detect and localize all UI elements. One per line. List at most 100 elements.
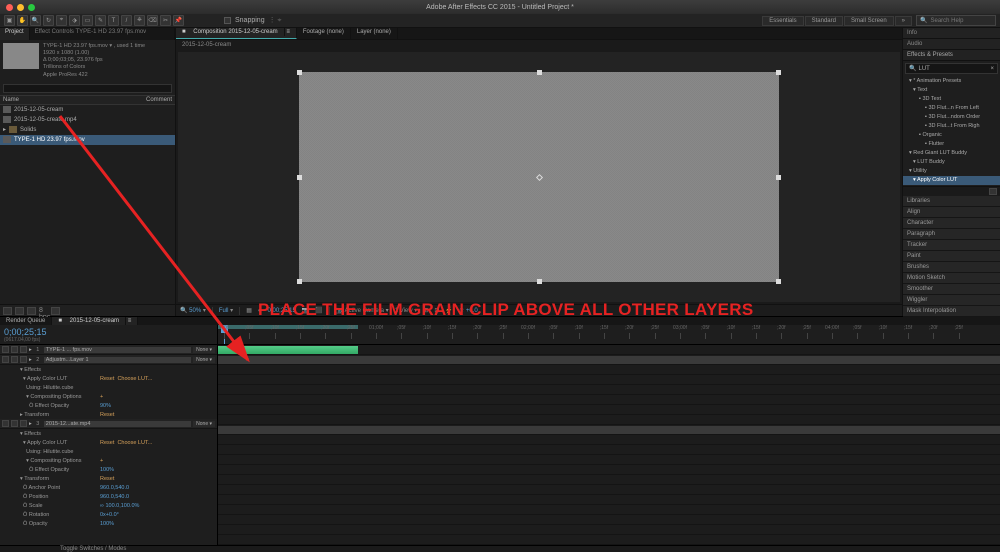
- timecode-display[interactable]: 0;00;25;15: [268, 308, 296, 314]
- new-comp-icon[interactable]: [27, 307, 36, 315]
- layer-name[interactable]: 2015-12...ate.mp4: [44, 421, 191, 427]
- solo-toggle[interactable]: [11, 356, 18, 363]
- fast-preview-icon[interactable]: ⚡: [445, 307, 452, 314]
- puppet-tool-icon[interactable]: 📌: [173, 15, 184, 26]
- view-opts-icon[interactable]: ⊞: [423, 307, 428, 314]
- effects-tree-node[interactable]: ▪ 3D Text: [903, 95, 1000, 104]
- effects-tree-node[interactable]: ▾ * Animation Presets: [903, 77, 1000, 86]
- bpc-indicator[interactable]: 8 bpc: [39, 307, 48, 315]
- zoom-dropdown[interactable]: 🔍 50% ▾: [180, 307, 206, 314]
- project-search-input[interactable]: [3, 84, 172, 93]
- brush-tool-icon[interactable]: /: [121, 15, 132, 26]
- views-dropdown[interactable]: 1 View ▾: [395, 307, 418, 314]
- property-value[interactable]: ∞ 100.0,100.0%: [100, 503, 139, 509]
- tab-render-queue[interactable]: Render Queue: [0, 317, 52, 325]
- camera-tool-icon[interactable]: ⌖: [56, 15, 67, 26]
- col-comment[interactable]: Comment: [146, 97, 172, 103]
- property-value[interactable]: +: [100, 394, 103, 400]
- panel-motion-sketch[interactable]: Motion Sketch: [903, 273, 1000, 284]
- project-item-comp[interactable]: 2015-12-05-cream: [0, 105, 175, 115]
- effects-tree-node[interactable]: ▾ LUT Buddy: [903, 158, 1000, 167]
- lock-toggle[interactable]: [20, 356, 27, 363]
- transform-handle[interactable]: [776, 279, 781, 284]
- effects-tree-node[interactable]: ▪ 3D Flut...t From Righ: [903, 122, 1000, 131]
- effects-tree-node[interactable]: ▪ Organic: [903, 131, 1000, 140]
- tab-layer[interactable]: Layer (none): [351, 28, 398, 39]
- blend-mode[interactable]: None ▾: [193, 347, 215, 353]
- resolution-dropdown[interactable]: Full ▾: [219, 307, 233, 314]
- new-folder-icon[interactable]: [15, 307, 24, 315]
- panel-wiggler[interactable]: Wiggler: [903, 295, 1000, 306]
- anchor-point-icon[interactable]: [536, 174, 543, 181]
- property-value[interactable]: 960.0,540.0: [100, 485, 129, 491]
- effects-tree-node[interactable]: ▾ Utility: [903, 167, 1000, 176]
- layer-bar[interactable]: [218, 356, 1000, 364]
- channel-icon[interactable]: ⬛: [315, 307, 322, 314]
- panel-tracker[interactable]: Tracker: [903, 240, 1000, 251]
- visibility-toggle[interactable]: [2, 346, 9, 353]
- property-value[interactable]: 90%: [100, 403, 111, 409]
- snapping-checkbox[interactable]: [224, 17, 231, 24]
- eraser-tool-icon[interactable]: ⌫: [147, 15, 158, 26]
- mask-toggle-icon[interactable]: ◐: [258, 308, 262, 314]
- pen-tool-icon[interactable]: ✎: [95, 15, 106, 26]
- project-item-selected[interactable]: TYPE-1 HD 23.97 fps.mov: [0, 135, 175, 145]
- tab-project[interactable]: Project: [0, 28, 30, 40]
- transform-handle[interactable]: [297, 175, 302, 180]
- work-area-bar[interactable]: [218, 325, 358, 329]
- blend-mode[interactable]: None ▾: [193, 357, 215, 363]
- panel-libraries[interactable]: Libraries: [903, 196, 1000, 207]
- panel-audio[interactable]: Audio: [903, 39, 1000, 50]
- grid-icon[interactable]: ▦: [246, 307, 252, 314]
- panel-paint[interactable]: Paint: [903, 251, 1000, 262]
- tab-footage[interactable]: Footage (none): [297, 28, 351, 39]
- effects-tree[interactable]: ▾ * Animation Presets▾ Text▪ 3D Text▪ 3D…: [903, 76, 1000, 186]
- visibility-toggle[interactable]: [2, 420, 9, 427]
- interpret-footage-icon[interactable]: [3, 307, 12, 315]
- layer-name[interactable]: TYPE-1 ... fps.mov: [44, 347, 191, 353]
- project-item-footage[interactable]: 2015-12-05-create.mp4: [0, 115, 175, 125]
- panel-brushes[interactable]: Brushes: [903, 262, 1000, 273]
- layer-name[interactable]: Adjustm...Layer 1: [44, 357, 191, 363]
- transform-handle[interactable]: [776, 175, 781, 180]
- tab-timeline-comp[interactable]: ■ 2015-12-05-cream ≡: [52, 317, 138, 325]
- visibility-toggle[interactable]: [2, 356, 9, 363]
- panel-paragraph[interactable]: Paragraph: [903, 229, 1000, 240]
- effects-tree-node[interactable]: ▾ Text: [903, 86, 1000, 95]
- pan-behind-tool-icon[interactable]: ⬗: [69, 15, 80, 26]
- solo-toggle[interactable]: [11, 346, 18, 353]
- effects-tree-node[interactable]: ▪ 3D Flut...n From Left: [903, 104, 1000, 113]
- panel-info[interactable]: Info: [903, 28, 1000, 39]
- tab-effect-controls[interactable]: Effect Controls TYPE-1 HD 23.97 fps.mov: [30, 28, 175, 40]
- search-help-input[interactable]: 🔍 Search Help: [916, 15, 996, 26]
- lock-toggle[interactable]: [20, 346, 27, 353]
- text-tool-icon[interactable]: T: [108, 15, 119, 26]
- effects-tree-node[interactable]: ▪ Flutter: [903, 140, 1000, 149]
- zoom-tool-icon[interactable]: 🔍: [30, 15, 41, 26]
- close-window-icon[interactable]: [6, 4, 13, 11]
- camera-dropdown[interactable]: 📷 Active Camera ▾: [336, 307, 389, 314]
- delete-icon[interactable]: [51, 307, 60, 315]
- layer-bar[interactable]: [218, 346, 358, 354]
- effects-search-input[interactable]: 🔍 LUT×: [905, 63, 998, 74]
- property-value[interactable]: 960.0,540.0: [100, 494, 129, 500]
- selection-tool-icon[interactable]: ▣: [4, 15, 15, 26]
- new-bin-icon[interactable]: [989, 188, 997, 195]
- transform-handle[interactable]: [297, 279, 302, 284]
- panel-smoother[interactable]: Smoother: [903, 284, 1000, 295]
- composition-viewport[interactable]: [178, 52, 900, 302]
- layer-bar[interactable]: [218, 426, 1000, 434]
- maximize-window-icon[interactable]: [28, 4, 35, 11]
- project-item-folder[interactable]: ▸ Solids: [0, 125, 175, 135]
- hand-tool-icon[interactable]: ✋: [17, 15, 28, 26]
- property-value[interactable]: 100%: [100, 521, 114, 527]
- clone-tool-icon[interactable]: ⎈: [134, 15, 145, 26]
- workspace-small-screen[interactable]: Small Screen: [844, 16, 894, 26]
- effects-tree-node[interactable]: ▪ 3D Flut...ndom Order: [903, 113, 1000, 122]
- current-timecode[interactable]: 0;00;25;15: [4, 327, 213, 337]
- col-name[interactable]: Name: [3, 97, 146, 103]
- tab-composition[interactable]: ■ Composition 2015-12-05-cream ≡: [176, 28, 297, 39]
- pixel-aspect-icon[interactable]: ⊡: [434, 307, 439, 314]
- property-value[interactable]: Reset: [100, 412, 114, 418]
- solo-toggle[interactable]: [11, 420, 18, 427]
